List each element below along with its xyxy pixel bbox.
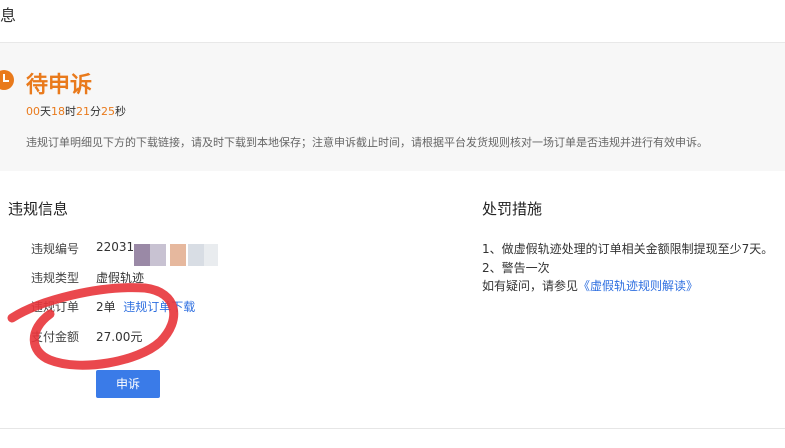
countdown-hours: 18 <box>51 105 65 118</box>
divider <box>0 428 785 429</box>
countdown-days-unit: 天 <box>40 105 51 118</box>
violation-number-value: 22031 <box>96 240 135 254</box>
appeal-button[interactable]: 申诉 <box>96 370 160 398</box>
rule-interpretation-link[interactable]: 《虚假轨迹规则解读》 <box>578 279 698 293</box>
countdown-minutes-unit: 分 <box>90 105 101 118</box>
page-title-fragment: 息 <box>0 6 17 25</box>
countdown-seconds-unit: 秒 <box>115 105 126 118</box>
appeal-notice: 违规订单明细见下方的下载链接，请及时下载到本地保存；注意申诉截止时间，请根据平台… <box>26 136 708 149</box>
penalty-help-prefix: 如有疑问，请参见 <box>482 279 579 293</box>
violation-orders-value: 2单 违规订单下载 <box>96 298 195 315</box>
redaction-mosaic <box>204 244 218 266</box>
violation-number-label: 违规编号 <box>31 242 80 256</box>
countdown-seconds: 25 <box>101 105 115 118</box>
countdown-timer: 00天18时21分25秒 <box>26 103 126 119</box>
violation-type-value: 虚假轨迹 <box>96 271 145 285</box>
penalty-item-2: 2、警告一次 <box>482 261 550 275</box>
status-title: 待申诉 <box>26 73 93 98</box>
clock-icon <box>0 70 14 90</box>
penalty-item-1: 1、做虚假轨迹处理的订单相关金额限制提现至少7天。 <box>482 242 774 256</box>
violation-orders-count: 2单 <box>96 300 116 314</box>
redaction-mosaic <box>134 244 150 266</box>
penalty-title: 处罚措施 <box>482 200 543 218</box>
penalty-help: 如有疑问，请参见《虚假轨迹规则解读》 <box>482 277 698 294</box>
countdown-minutes: 21 <box>76 105 90 118</box>
payment-amount-label: 支付金额 <box>31 330 80 344</box>
violation-info-title: 违规信息 <box>8 200 69 218</box>
countdown-days: 00 <box>26 105 40 118</box>
violation-orders-download-link[interactable]: 违规订单下载 <box>123 300 195 314</box>
payment-amount-value: 27.00元 <box>96 330 143 344</box>
countdown-hours-unit: 时 <box>65 105 76 118</box>
violation-orders-label: 违规订单 <box>31 300 80 314</box>
redaction-mosaic <box>150 244 166 266</box>
status-panel: 待申诉 00天18时21分25秒 违规订单明细见下方的下载链接，请及时下载到本地… <box>0 43 785 171</box>
redaction-mosaic <box>170 244 186 266</box>
redaction-mosaic <box>188 244 204 266</box>
violation-type-label: 违规类型 <box>31 271 80 285</box>
